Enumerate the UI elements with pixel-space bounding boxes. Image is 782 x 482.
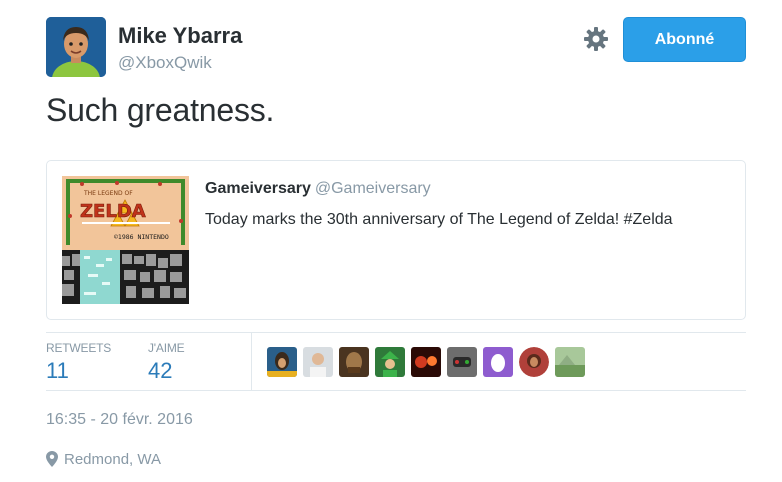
retweets-count[interactable]: 11 bbox=[46, 358, 69, 384]
quoted-tweet-card[interactable]: THE LEGEND OF ZELDA ©1986 NINTENDO Gamei… bbox=[46, 160, 746, 320]
retweets-label[interactable]: RETWEETS bbox=[46, 341, 111, 355]
location-text[interactable]: Redmond, WA bbox=[64, 451, 161, 468]
follow-button[interactable]: Abonné bbox=[623, 17, 746, 62]
thumb-logo-small: THE LEGEND OF bbox=[83, 190, 133, 197]
likes-count[interactable]: 42 bbox=[148, 358, 172, 384]
liker-avatar[interactable] bbox=[447, 347, 477, 377]
liker-avatar[interactable] bbox=[483, 347, 513, 377]
gear-icon[interactable] bbox=[583, 26, 609, 52]
tweet-timestamp[interactable]: 16:35 - 20 févr. 2016 bbox=[46, 411, 193, 429]
liker-avatar[interactable] bbox=[555, 347, 585, 377]
liker-avatar[interactable] bbox=[339, 347, 369, 377]
tweet-location[interactable]: Redmond, WA bbox=[46, 451, 161, 471]
location-pin-icon bbox=[46, 451, 58, 471]
quoted-tweet-name[interactable]: Gameiversary bbox=[205, 180, 311, 197]
stats-divider-vertical bbox=[251, 333, 252, 390]
author-name[interactable]: Mike Ybarra bbox=[118, 23, 242, 49]
quoted-tweet-handle[interactable]: @Gameiversary bbox=[315, 180, 431, 197]
liker-avatar[interactable] bbox=[411, 347, 441, 377]
stats-divider-bottom bbox=[46, 390, 746, 391]
quoted-tweet-author[interactable]: Gameiversary @Gameiversary bbox=[205, 180, 431, 198]
liker-avatar[interactable] bbox=[303, 347, 333, 377]
thumb-logo-main: ZELDA bbox=[80, 201, 146, 222]
quoted-tweet-text: Today marks the 30th anniversary of The … bbox=[205, 211, 673, 228]
liker-avatar[interactable] bbox=[375, 347, 405, 377]
tweet-text: Such greatness. bbox=[46, 92, 275, 128]
avatar-figure bbox=[46, 17, 106, 77]
thumb-copyright: ©1986 NINTENDO bbox=[114, 233, 169, 241]
author-avatar[interactable] bbox=[46, 17, 106, 77]
quoted-tweet-thumbnail: THE LEGEND OF ZELDA ©1986 NINTENDO bbox=[62, 176, 189, 304]
liker-avatar[interactable] bbox=[519, 347, 549, 377]
stats-divider-top bbox=[46, 332, 746, 333]
author-handle[interactable]: @XboxQwik bbox=[118, 53, 212, 73]
liker-avatar[interactable] bbox=[267, 347, 297, 377]
likes-label[interactable]: J'AIME bbox=[148, 341, 185, 355]
